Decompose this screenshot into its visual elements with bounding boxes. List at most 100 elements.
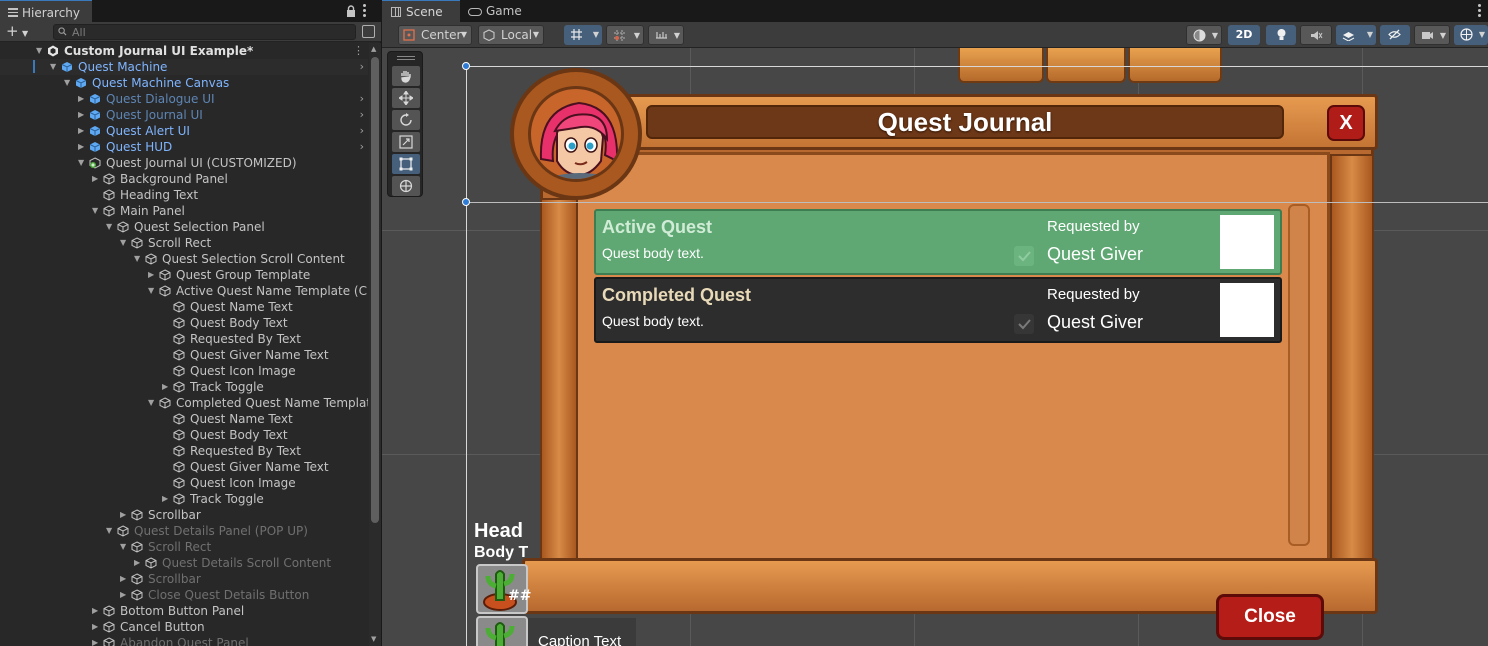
hierarchy-item[interactable]: ▶ Track Toggle (0, 491, 368, 507)
transform-tool-button[interactable] (392, 176, 420, 196)
rect-tool-button[interactable] (392, 154, 420, 174)
chevron-right-icon[interactable]: › (360, 59, 364, 75)
hierarchy-item[interactable]: ▶ Background Panel (0, 171, 368, 187)
collapsed-arrow-icon[interactable]: ▶ (78, 139, 88, 155)
move-tool-button[interactable] (392, 88, 420, 108)
chevron-right-icon[interactable]: › (360, 91, 364, 107)
camera-settings-dropdown[interactable]: ▼ (1414, 25, 1450, 45)
expanded-arrow-icon[interactable]: ▼ (50, 59, 60, 75)
chevron-right-icon[interactable]: › (360, 107, 364, 123)
hierarchy-item[interactable]: Quest Icon Image (0, 363, 368, 379)
scroll-up-icon[interactable]: ▲ (371, 45, 376, 53)
scene-more-icon[interactable]: ⋮ (353, 43, 364, 59)
hierarchy-item[interactable]: Quest Giver Name Text (0, 459, 368, 475)
hierarchy-item[interactable]: ▶ Abandon Quest Panel (0, 635, 368, 646)
tab-game[interactable]: Game (464, 0, 534, 22)
tab-scene[interactable]: Scene (382, 0, 460, 22)
hierarchy-item[interactable]: ▼ Completed Quest Name Template (0, 395, 368, 411)
more-options-icon[interactable] (363, 4, 367, 18)
collapsed-arrow-icon[interactable]: ▶ (78, 123, 88, 139)
expanded-arrow-icon[interactable]: ▼ (106, 523, 116, 539)
2d-mode-toggle[interactable]: 2D (1228, 25, 1260, 45)
expanded-arrow-icon[interactable]: ▼ (78, 155, 88, 171)
expanded-arrow-icon[interactable]: ▼ (148, 283, 158, 299)
hierarchy-item[interactable]: Quest Body Text (0, 315, 368, 331)
expanded-arrow-icon[interactable]: ▼ (92, 203, 102, 219)
hierarchy-item[interactable]: ▼ Quest Machine › (0, 59, 368, 75)
hierarchy-item[interactable]: ▼ Scroll Rect (0, 539, 368, 555)
hierarchy-item[interactable]: ▶ Quest Dialogue UI › (0, 91, 368, 107)
expanded-arrow-icon[interactable]: ▼ (134, 251, 144, 267)
scene-viewport[interactable]: Quest Journal X Active Quest Quest body … (382, 48, 1488, 646)
collapsed-arrow-icon[interactable]: ▶ (78, 107, 88, 123)
gizmos-dropdown[interactable]: ▼ (1454, 25, 1488, 45)
expanded-arrow-icon[interactable]: ▼ (36, 43, 46, 59)
expanded-arrow-icon[interactable]: ▼ (120, 539, 130, 555)
hierarchy-search-input[interactable]: All (53, 24, 356, 40)
grid-snap-toggle[interactable]: ▼ (564, 25, 602, 45)
track-toggle[interactable] (1014, 314, 1034, 334)
pivot-mode-dropdown[interactable]: Center ▼ (398, 25, 472, 45)
shading-mode-dropdown[interactable]: ▼ (1186, 25, 1222, 45)
quest-row-active[interactable]: Active Quest Quest body text. Requested … (594, 209, 1282, 275)
search-options-icon[interactable] (362, 25, 375, 38)
hierarchy-item[interactable]: ▼ Quest Machine Canvas (0, 75, 368, 91)
collapsed-arrow-icon[interactable]: ▶ (120, 587, 130, 603)
collapsed-arrow-icon[interactable]: ▶ (92, 171, 102, 187)
collapsed-arrow-icon[interactable]: ▶ (92, 635, 102, 646)
hierarchy-item[interactable]: Quest Giver Name Text (0, 347, 368, 363)
hierarchy-item[interactable]: Requested By Text (0, 443, 368, 459)
rotate-tool-button[interactable] (392, 110, 420, 130)
expanded-arrow-icon[interactable]: ▼ (64, 75, 74, 91)
chevron-right-icon[interactable]: › (360, 139, 364, 155)
rect-handle[interactable] (462, 62, 470, 70)
hierarchy-item[interactable]: ▼ Quest Journal UI (CUSTOMIZED) (0, 155, 368, 171)
hierarchy-scroll-thumb[interactable] (371, 57, 379, 523)
hierarchy-item[interactable]: ▶ Quest Group Template (0, 267, 368, 283)
hierarchy-item[interactable]: ▼ Active Quest Name Template (CUS (0, 283, 368, 299)
collapsed-arrow-icon[interactable]: ▶ (92, 603, 102, 619)
collapsed-arrow-icon[interactable]: ▶ (134, 555, 144, 571)
hierarchy-item[interactable]: Requested By Text (0, 331, 368, 347)
collapsed-arrow-icon[interactable]: ▶ (78, 91, 88, 107)
scene-visibility-toggle[interactable] (1380, 25, 1410, 45)
scale-tool-button[interactable] (392, 132, 420, 152)
increment-snap-toggle[interactable]: ▼ (606, 25, 644, 45)
scene-more-options-icon[interactable] (1478, 4, 1481, 19)
rect-handle[interactable] (462, 198, 470, 206)
ruler-snap-toggle[interactable]: ▼ (648, 25, 684, 45)
hierarchy-item[interactable]: ▼ Quest Selection Panel (0, 219, 368, 235)
lock-icon[interactable] (346, 5, 356, 17)
hierarchy-item[interactable]: ▶ Quest Details Scroll Content (0, 555, 368, 571)
expanded-arrow-icon[interactable]: ▼ (120, 235, 130, 251)
hierarchy-item[interactable]: ▶ Cancel Button (0, 619, 368, 635)
hierarchy-item[interactable]: ▼ Quest Selection Scroll Content (0, 251, 368, 267)
collapsed-arrow-icon[interactable]: ▶ (162, 379, 172, 395)
hierarchy-item[interactable]: ▼ Scroll Rect (0, 235, 368, 251)
hierarchy-item[interactable]: Quest Icon Image (0, 475, 368, 491)
hierarchy-item[interactable]: ▶ Scrollbar (0, 571, 368, 587)
hierarchy-item[interactable]: ▶ Quest Alert UI › (0, 123, 368, 139)
collapsed-arrow-icon[interactable]: ▶ (162, 491, 172, 507)
hierarchy-item[interactable]: Quest Name Text (0, 299, 368, 315)
expanded-arrow-icon[interactable]: ▼ (148, 395, 158, 411)
hierarchy-item[interactable]: ▶ Track Toggle (0, 379, 368, 395)
expanded-arrow-icon[interactable]: ▼ (106, 219, 116, 235)
pivot-space-dropdown[interactable]: Local ▼ (478, 25, 544, 45)
collapsed-arrow-icon[interactable]: ▶ (120, 571, 130, 587)
hierarchy-scrollbar[interactable]: ▲ ▼ (369, 43, 381, 646)
track-toggle[interactable] (1014, 246, 1034, 266)
quest-list-scrollbar[interactable] (1288, 204, 1310, 546)
collapsed-arrow-icon[interactable]: ▶ (148, 267, 158, 283)
hierarchy-item[interactable]: ▶ Quest HUD › (0, 139, 368, 155)
collapsed-arrow-icon[interactable]: ▶ (92, 619, 102, 635)
create-dropdown-button[interactable]: + ▼ (6, 24, 36, 40)
audio-toggle[interactable] (1300, 25, 1332, 45)
hierarchy-item[interactable]: ▶ Quest Journal UI › (0, 107, 368, 123)
hierarchy-item[interactable]: ▼ Main Panel (0, 203, 368, 219)
lighting-toggle[interactable] (1266, 25, 1296, 45)
hand-tool-button[interactable] (392, 66, 420, 86)
hierarchy-item[interactable]: ▶ Close Quest Details Button (0, 587, 368, 603)
hierarchy-item[interactable]: Heading Text (0, 187, 368, 203)
hierarchy-item[interactable]: Quest Body Text (0, 427, 368, 443)
